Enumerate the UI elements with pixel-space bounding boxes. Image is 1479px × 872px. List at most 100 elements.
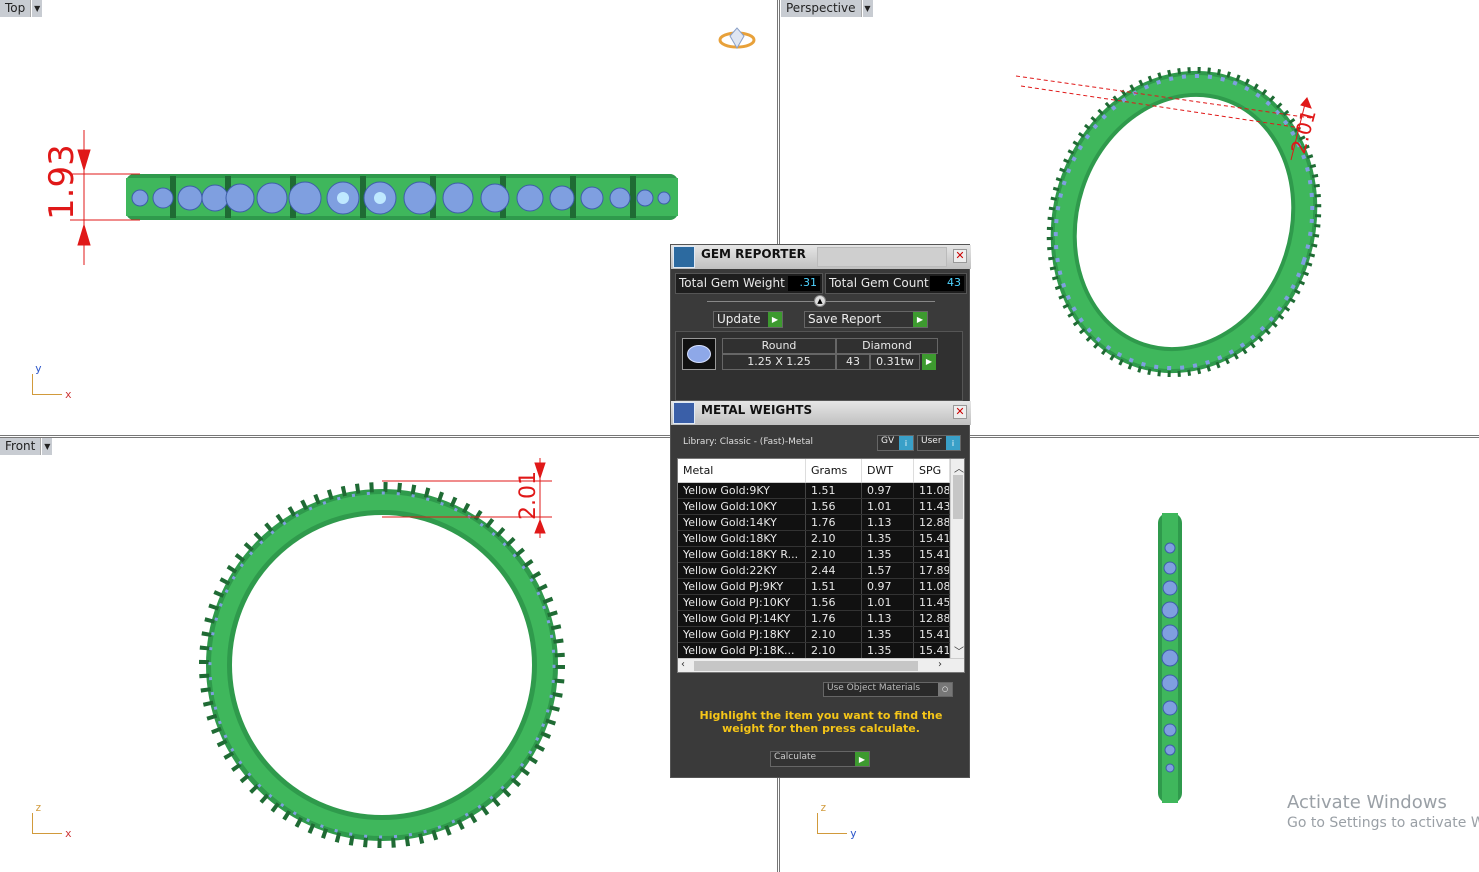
metal-name-cell: Yellow Gold PJ:18KY: [678, 627, 806, 642]
table-row[interactable]: Yellow Gold PJ:18K... 2.10 1.35 15.41: [678, 643, 950, 659]
spg-cell: 11.45: [914, 595, 950, 610]
gem-list: Round Diamond 1.25 X 1.25 43 0.31tw ▶: [675, 331, 963, 401]
spg-cell: 11.43: [914, 499, 950, 514]
table-row[interactable]: Yellow Gold:9KY 1.51 0.97 11.08: [678, 483, 950, 499]
column-header-dwt[interactable]: DWT: [862, 459, 914, 482]
user-toggle[interactable]: User i: [917, 435, 961, 451]
column-header-metal[interactable]: Metal: [678, 459, 806, 482]
grams-cell: 2.10: [806, 627, 862, 642]
play-icon: ▶: [855, 752, 869, 766]
metal-name-cell: Yellow Gold:18KY R...: [678, 547, 806, 562]
total-gem-count-label: Total Gem Count: [829, 276, 929, 290]
gem-reporter-title: GEM REPORTER: [701, 247, 806, 261]
dwt-cell: 0.97: [862, 579, 914, 594]
metal-weights-title: METAL WEIGHTS: [701, 403, 813, 417]
grams-cell: 2.10: [806, 643, 862, 658]
metal-weights-titlebar[interactable]: METAL WEIGHTS ✕: [671, 401, 971, 425]
calculate-button[interactable]: Calculate ▶: [770, 751, 870, 767]
metal-name-cell: Yellow Gold PJ:18K...: [678, 643, 806, 658]
dwt-cell: 1.01: [862, 499, 914, 514]
gem-icon: [687, 345, 711, 363]
grams-cell: 2.44: [806, 563, 862, 578]
use-object-materials-label: Use Object Materials: [827, 683, 921, 693]
axis-indicator: z y: [817, 801, 867, 841]
table-row[interactable]: Yellow Gold PJ:9KY 1.51 0.97 11.08: [678, 579, 950, 595]
use-object-materials-checkbox[interactable]: Use Object Materials ○: [823, 682, 953, 697]
scale-icon: [673, 402, 695, 424]
table-row[interactable]: Yellow Gold:18KY 2.10 1.35 15.41: [678, 531, 950, 547]
metal-name-cell: Yellow Gold:14KY: [678, 515, 806, 530]
dwt-cell: 1.35: [862, 531, 914, 546]
total-gem-weight-box: Total Gem Weight .31: [675, 273, 823, 294]
scroll-up-icon[interactable]: ︿: [954, 460, 964, 475]
collapse-icon[interactable]: ▲: [814, 295, 826, 307]
viewport-front[interactable]: Front ▼ 2.01 z x: [0, 438, 777, 872]
update-button-label: Update: [717, 312, 761, 326]
update-button[interactable]: Update ▶: [713, 311, 783, 328]
calculate-button-label: Calculate: [774, 752, 817, 762]
gem-material-header: Diamond: [836, 338, 938, 354]
axis-indicator: y x: [32, 362, 82, 402]
table-row[interactable]: Yellow Gold:22KY 2.44 1.57 17.89: [678, 563, 950, 579]
axis-indicator: z x: [32, 801, 82, 841]
gem-weight: 0.31tw: [870, 354, 920, 370]
play-icon: ▶: [913, 312, 927, 327]
scroll-down-icon[interactable]: ﹀: [954, 643, 964, 658]
watermark-subtitle: Go to Settings to activate Wi: [1287, 815, 1479, 831]
metal-name-cell: Yellow Gold PJ:10KY: [678, 595, 806, 610]
spg-cell: 15.41: [914, 531, 950, 546]
table-row[interactable]: Yellow Gold PJ:14KY 1.76 1.13 12.88: [678, 611, 950, 627]
vertical-scrollbar[interactable]: ︿ ﹀: [950, 459, 964, 658]
column-header-spg[interactable]: SPG: [914, 459, 950, 482]
spg-cell: 12.88: [914, 611, 950, 626]
table-row[interactable]: Yellow Gold:10KY 1.56 1.01 11.43: [678, 499, 950, 515]
gem-reporter-icon: [673, 246, 695, 268]
scrollbar-thumb[interactable]: [953, 475, 963, 519]
front-view-ring-render: [199, 458, 565, 848]
metal-name-cell: Yellow Gold:10KY: [678, 499, 806, 514]
gem-shape-header: Round: [722, 338, 836, 354]
gem-count: 43: [836, 354, 870, 370]
spg-cell: 11.08: [914, 483, 950, 498]
table-row[interactable]: Yellow Gold:18KY R... 2.10 1.35 15.41: [678, 547, 950, 563]
grams-cell: 2.10: [806, 547, 862, 562]
grams-cell: 1.76: [806, 611, 862, 626]
viewport-top[interactable]: Top ▼ 1.93 y x: [0, 0, 777, 435]
spg-cell: 12.88: [914, 515, 950, 530]
dwt-cell: 1.01: [862, 595, 914, 610]
spg-cell: 15.41: [914, 643, 950, 658]
table-header: Metal Grams DWT SPG: [678, 459, 950, 483]
scrollbar-thumb[interactable]: [694, 661, 918, 671]
total-gem-count-box: Total Gem Count 43: [825, 273, 967, 294]
scroll-right-icon[interactable]: ›: [938, 659, 942, 670]
table-row[interactable]: Yellow Gold:14KY 1.76 1.13 12.88: [678, 515, 950, 531]
horizontal-scrollbar[interactable]: ‹ ›: [678, 658, 964, 672]
close-icon[interactable]: ✕: [953, 405, 967, 419]
total-gem-weight-label: Total Gem Weight: [679, 276, 785, 290]
grams-cell: 1.51: [806, 483, 862, 498]
total-gem-weight-value: .31: [788, 276, 820, 291]
gem-details-button[interactable]: ▶: [922, 354, 936, 370]
library-label: Library: Classic - (Fast)-Metal: [683, 437, 814, 447]
round-gem-thumbnail[interactable]: [682, 338, 716, 370]
gem-reporter-titlebar[interactable]: GEM REPORTER ✕: [671, 245, 971, 269]
checkbox-icon: ○: [938, 683, 952, 696]
column-header-grams[interactable]: Grams: [806, 459, 862, 482]
dimension-label-front: 2.01: [516, 471, 541, 520]
scroll-left-icon[interactable]: ‹: [681, 659, 685, 670]
metal-name-cell: Yellow Gold:22KY: [678, 563, 806, 578]
spg-cell: 17.89: [914, 563, 950, 578]
table-row[interactable]: Yellow Gold PJ:10KY 1.56 1.01 11.45: [678, 595, 950, 611]
dwt-cell: 1.57: [862, 563, 914, 578]
close-icon[interactable]: ✕: [953, 249, 967, 263]
dwt-cell: 0.97: [862, 483, 914, 498]
table-row[interactable]: Yellow Gold PJ:18KY 2.10 1.35 15.41: [678, 627, 950, 643]
dimension-label-top: 1.93: [42, 144, 82, 220]
grams-cell: 1.76: [806, 515, 862, 530]
user-toggle-label: User: [921, 436, 942, 446]
gv-toggle[interactable]: GV i: [877, 435, 914, 451]
spg-cell: 15.41: [914, 627, 950, 642]
table-body: Yellow Gold:9KY 1.51 0.97 11.08 Yellow Gold:…: [678, 483, 950, 659]
save-report-button-label: Save Report: [808, 312, 882, 326]
save-report-button[interactable]: Save Report ▶: [804, 311, 928, 328]
